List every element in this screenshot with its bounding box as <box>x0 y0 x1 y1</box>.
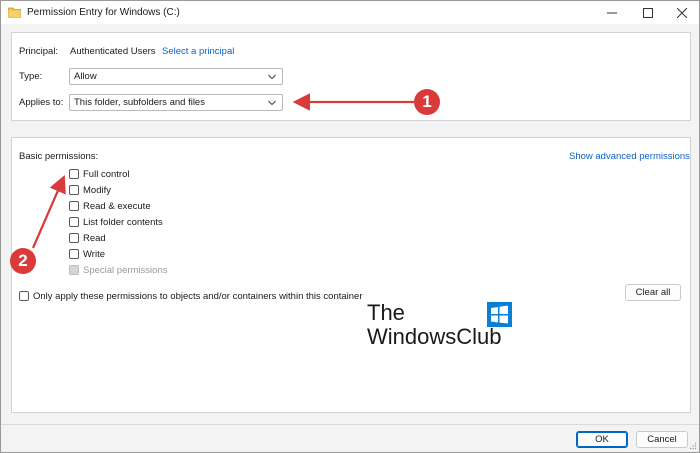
permission-entry-dialog: Permission Entry for Windows (C:) Princi… <box>0 0 700 453</box>
callout-badge-1: 1 <box>414 89 440 115</box>
annotation-overlay <box>31 93 414 249</box>
callout-2-arrow <box>31 174 66 249</box>
callout-badge-2: 2 <box>10 248 36 274</box>
